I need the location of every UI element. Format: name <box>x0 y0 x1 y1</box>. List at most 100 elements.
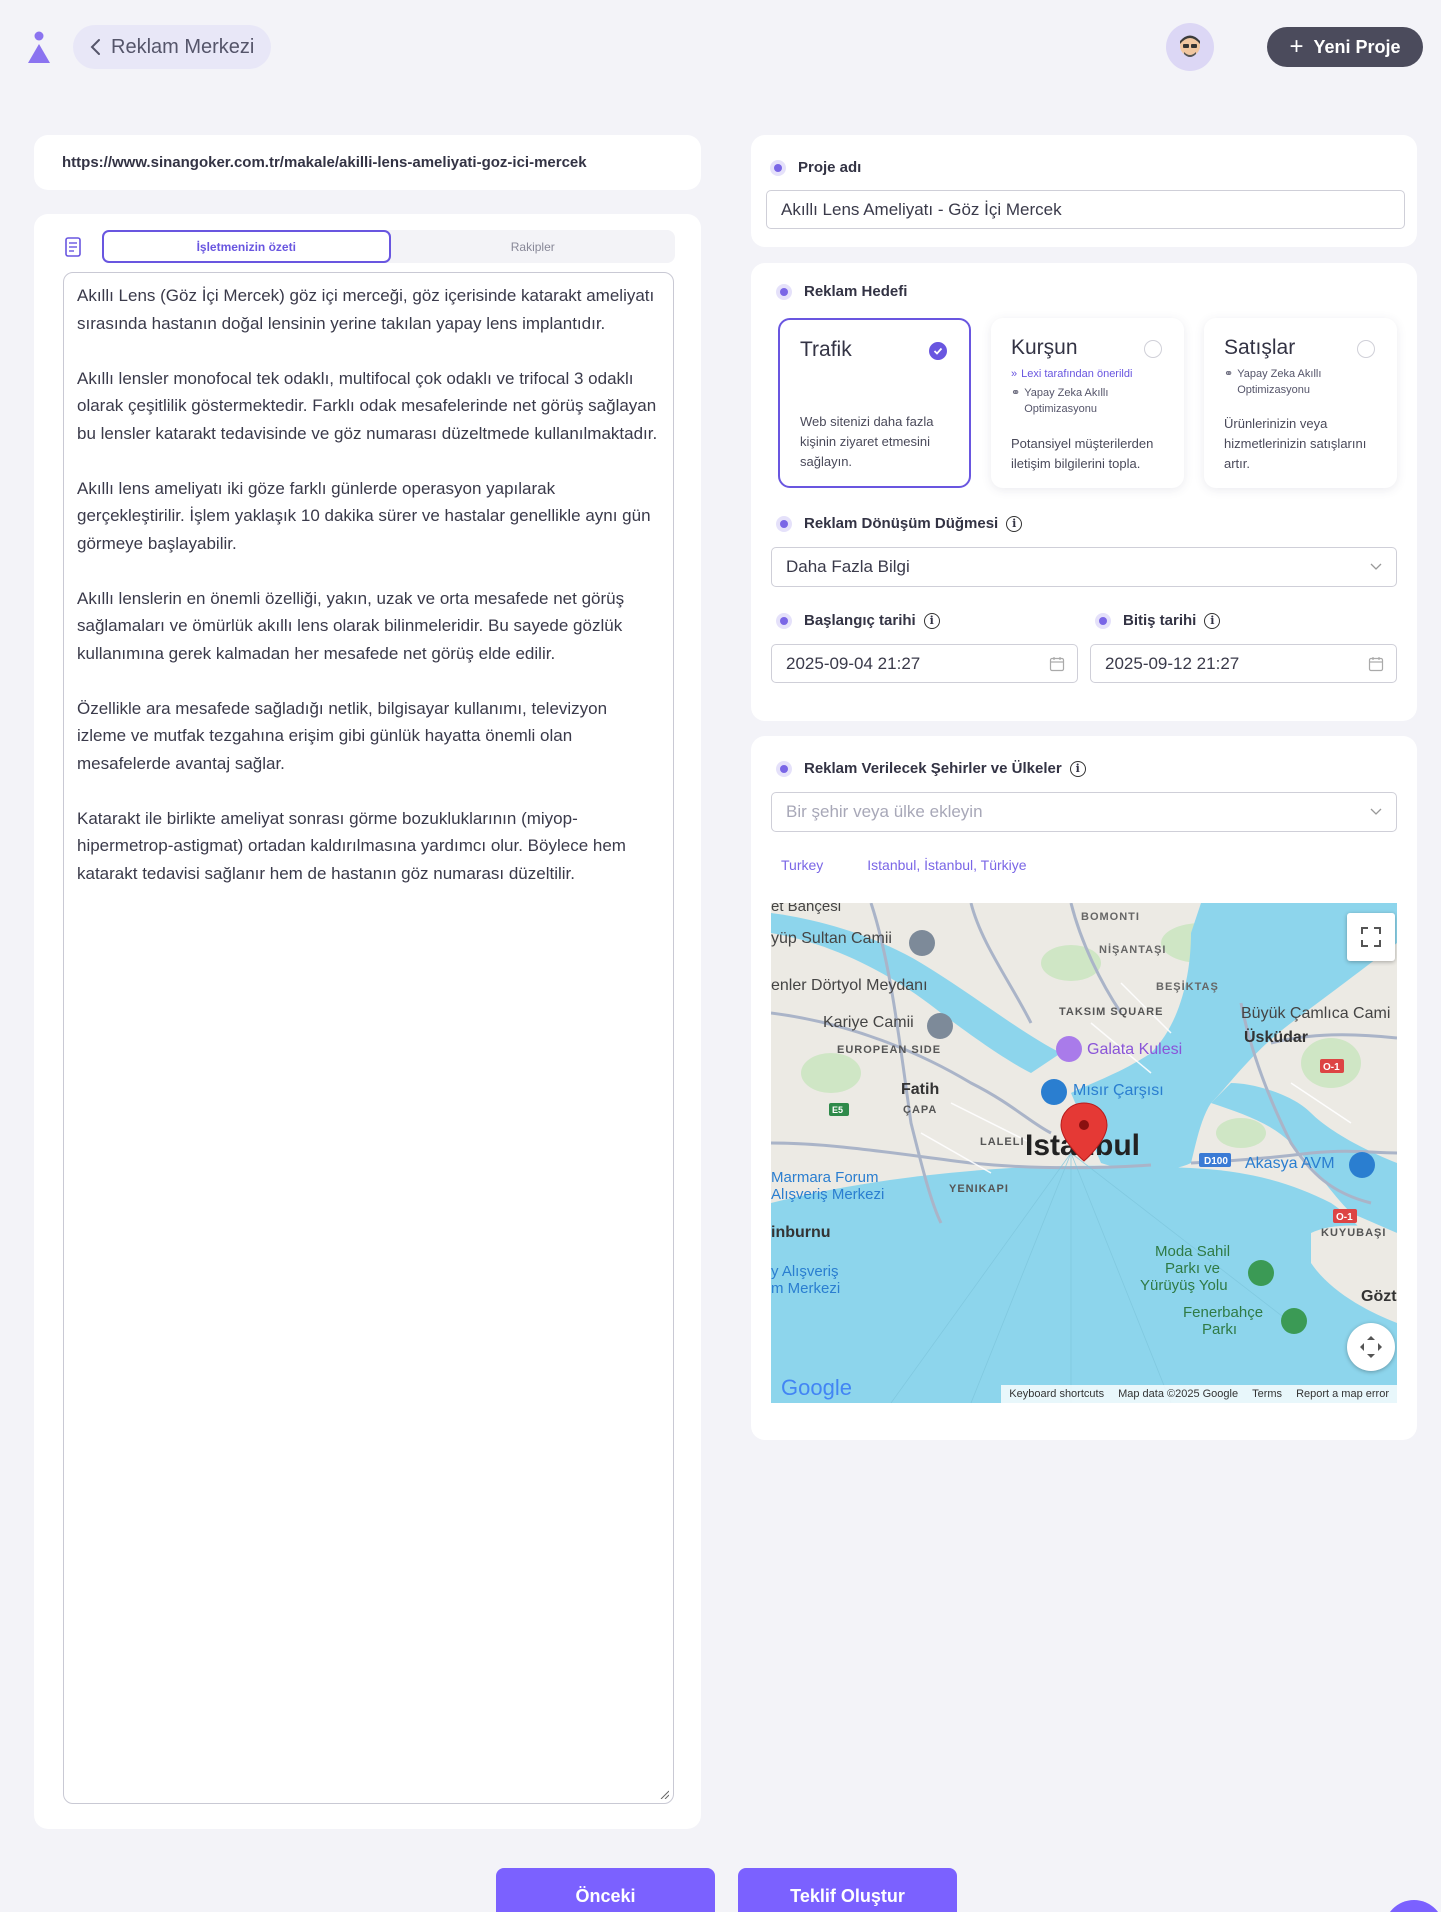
new-project-label: Yeni Proje <box>1313 36 1401 57</box>
map-label: Büyük Çamlıca Cami <box>1241 1005 1390 1022</box>
fullscreen-button[interactable] <box>1347 913 1395 961</box>
project-name-label: Proje adı <box>770 159 861 176</box>
map-label: Mısır Çarşısı <box>1073 1082 1164 1099</box>
back-button[interactable]: Reklam Merkezi <box>73 25 271 69</box>
keyboard-shortcuts-link[interactable]: Keyboard shortcuts <box>1009 1388 1104 1400</box>
location-chip[interactable]: Istanbul, İstanbul, Türkiye <box>867 857 1026 873</box>
map-label: enler Dörtyol Meydanı <box>771 977 928 994</box>
website-url-card: https://www.sinangoker.com.tr/makale/aki… <box>34 135 701 190</box>
project-name-value: Akıllı Lens Ameliyatı - Göz İçi Mercek <box>781 199 1062 219</box>
location-chip[interactable]: Turkey <box>781 857 823 873</box>
project-name-card: Proje adı Akıllı Lens Ameliyatı - Göz İç… <box>751 135 1417 247</box>
locations-label: Reklam Verilecek Şehirler ve Ülkeler i <box>776 760 1086 777</box>
start-date-label: Başlangıç tarihi i <box>776 612 940 629</box>
google-logo: Google <box>781 1375 852 1400</box>
tab-business-summary[interactable]: İşletmenizin özeti <box>102 230 391 263</box>
bullet-dot-icon <box>776 515 792 532</box>
map-attribution-bar: Keyboard shortcuts Map data ©2025 Google… <box>1001 1385 1397 1403</box>
user-avatar[interactable] <box>1166 23 1214 71</box>
summary-tabs: İşletmenizin özeti Rakipler <box>102 230 675 263</box>
document-icon <box>65 236 81 257</box>
link-icon: ⚭ <box>1011 387 1021 399</box>
map-label: YENIKAPI <box>949 1183 1009 1195</box>
summary-tabs-row: İşletmenizin özeti Rakipler <box>64 230 675 263</box>
map-label: LALELI <box>980 1136 1025 1148</box>
goal-radio[interactable] <box>1357 340 1375 358</box>
info-icon[interactable]: i <box>1069 760 1086 777</box>
map-data-credit: Map data ©2025 Google <box>1118 1388 1239 1400</box>
previous-button[interactable]: Önceki <box>496 1868 715 1912</box>
end-date-input[interactable]: 2025-09-12 21:27 <box>1090 644 1397 683</box>
map-label: Parkı ve <box>1165 1260 1220 1277</box>
goal-title: Trafik <box>800 338 852 361</box>
bullet-dot-icon <box>776 612 792 629</box>
goal-option-leads[interactable]: Kurşun » Lexi tarafından önerildi ⚭ Yapa… <box>991 318 1184 488</box>
info-icon[interactable]: i <box>1006 515 1023 532</box>
goal-description: Potansiyel müşterilerden iletişim bilgil… <box>1011 436 1154 471</box>
map-canvas[interactable]: et Bahçesi yüp Sultan Camii BOMONTI NİŞA… <box>771 903 1397 1403</box>
map-label: TAKSIM SQUARE <box>1059 1006 1163 1018</box>
goal-option-traffic[interactable]: Trafik Web sitenizi daha fazla kişinin z… <box>778 318 971 488</box>
end-date-value: 2025-09-12 21:27 <box>1105 653 1240 673</box>
location-search-input[interactable]: Bir şehir veya ülke ekleyin <box>771 792 1397 832</box>
bullet-dot-icon <box>776 760 792 777</box>
locations-label-text: Reklam Verilecek Şehirler ve Ülkeler <box>804 760 1062 777</box>
goal-radio[interactable] <box>1144 340 1162 358</box>
goal-radio-checked[interactable] <box>929 342 947 360</box>
map-camera-control[interactable] <box>1347 1323 1395 1371</box>
location-map[interactable]: et Bahçesi yüp Sultan Camii BOMONTI NİŞA… <box>771 903 1397 1403</box>
info-icon[interactable]: i <box>923 612 940 629</box>
start-date-input[interactable]: 2025-09-04 21:27 <box>771 644 1078 683</box>
report-error-link[interactable]: Report a map error <box>1296 1388 1389 1400</box>
brand-logo-icon[interactable] <box>26 30 52 64</box>
map-label: m Merkezi <box>771 1280 840 1297</box>
bullet-dot-icon <box>1095 612 1111 629</box>
business-summary-card: İşletmenizin özeti Rakipler Akıllı Lens … <box>34 214 701 1829</box>
end-date-label-text: Bitiş tarihi <box>1123 612 1197 629</box>
info-icon[interactable]: i <box>1204 612 1221 629</box>
plus-icon: + <box>1289 33 1304 60</box>
map-label: Marmara Forum <box>771 1169 879 1186</box>
map-label: Gözt <box>1361 1288 1397 1305</box>
goal-ai-note-text: Yapay Zeka Akıllı Optimizasyonu <box>1237 368 1322 396</box>
goal-title: Kurşun <box>1011 336 1078 359</box>
map-label: Galata Kulesi <box>1087 1041 1182 1058</box>
location-chips: Turkey Istanbul, İstanbul, Türkiye <box>781 857 1027 873</box>
map-label: NİŞANTAŞI <box>1099 943 1166 956</box>
link-icon: ⚭ <box>1224 368 1234 380</box>
map-label: y Alışveriş <box>771 1263 839 1280</box>
resize-grip-icon[interactable] <box>659 1789 669 1799</box>
terms-link[interactable]: Terms <box>1252 1388 1282 1400</box>
project-name-input[interactable]: Akıllı Lens Ameliyatı - Göz İçi Mercek <box>766 190 1405 229</box>
new-project-button[interactable]: + Yeni Proje <box>1267 27 1423 67</box>
map-label: Alışveriş Merkezi <box>771 1186 884 1203</box>
checkmark-icon <box>933 347 943 355</box>
map-label: Parkı <box>1202 1321 1237 1338</box>
map-label: ÇAPA <box>903 1104 937 1116</box>
map-label: D100 <box>1204 1156 1228 1167</box>
goal-ai-note: ⚭ Yapay Zeka Akıllı Optimizasyonu <box>1011 385 1171 417</box>
goal-suggested-note: » Lexi tarafından önerildi <box>1011 366 1171 382</box>
business-summary-textarea[interactable]: Akıllı Lens (Göz İçi Mercek) göz içi mer… <box>63 272 674 1804</box>
ad-goal-label: Reklam Hedefi <box>776 283 907 300</box>
map-label: Yürüyüş Yolu <box>1140 1277 1228 1294</box>
map-label: EUROPEAN SIDE <box>837 1044 941 1056</box>
create-offer-button[interactable]: Teklif Oluştur <box>738 1868 957 1912</box>
tab-competitors[interactable]: Rakipler <box>391 230 676 263</box>
map-label: E5 <box>832 1105 843 1115</box>
goal-option-sales[interactable]: Satışlar ⚭ Yapay Zeka Akıllı Optimizasyo… <box>1204 318 1397 488</box>
map-label: Fenerbahçe <box>1183 1304 1263 1321</box>
map-label: Akasya AVM <box>1245 1155 1335 1172</box>
cta-select[interactable]: Daha Fazla Bilgi <box>771 547 1397 587</box>
bullet-dot-icon <box>776 283 792 300</box>
start-date-label-text: Başlangıç tarihi <box>804 612 916 629</box>
cta-label: Reklam Dönüşüm Düğmesi i <box>776 515 1023 532</box>
calendar-icon <box>1368 657 1384 672</box>
bullet-dot-icon <box>770 159 786 176</box>
map-label: BEŞİKTAŞ <box>1156 980 1219 993</box>
back-button-label: Reklam Merkezi <box>111 35 255 58</box>
map-label: et Bahçesi <box>771 903 841 915</box>
map-label: inburnu <box>771 1224 831 1241</box>
goal-description: Ürünlerinizin veya hizmetlerinizin satış… <box>1224 416 1367 471</box>
chat-launcher-button[interactable] <box>1384 1900 1441 1912</box>
